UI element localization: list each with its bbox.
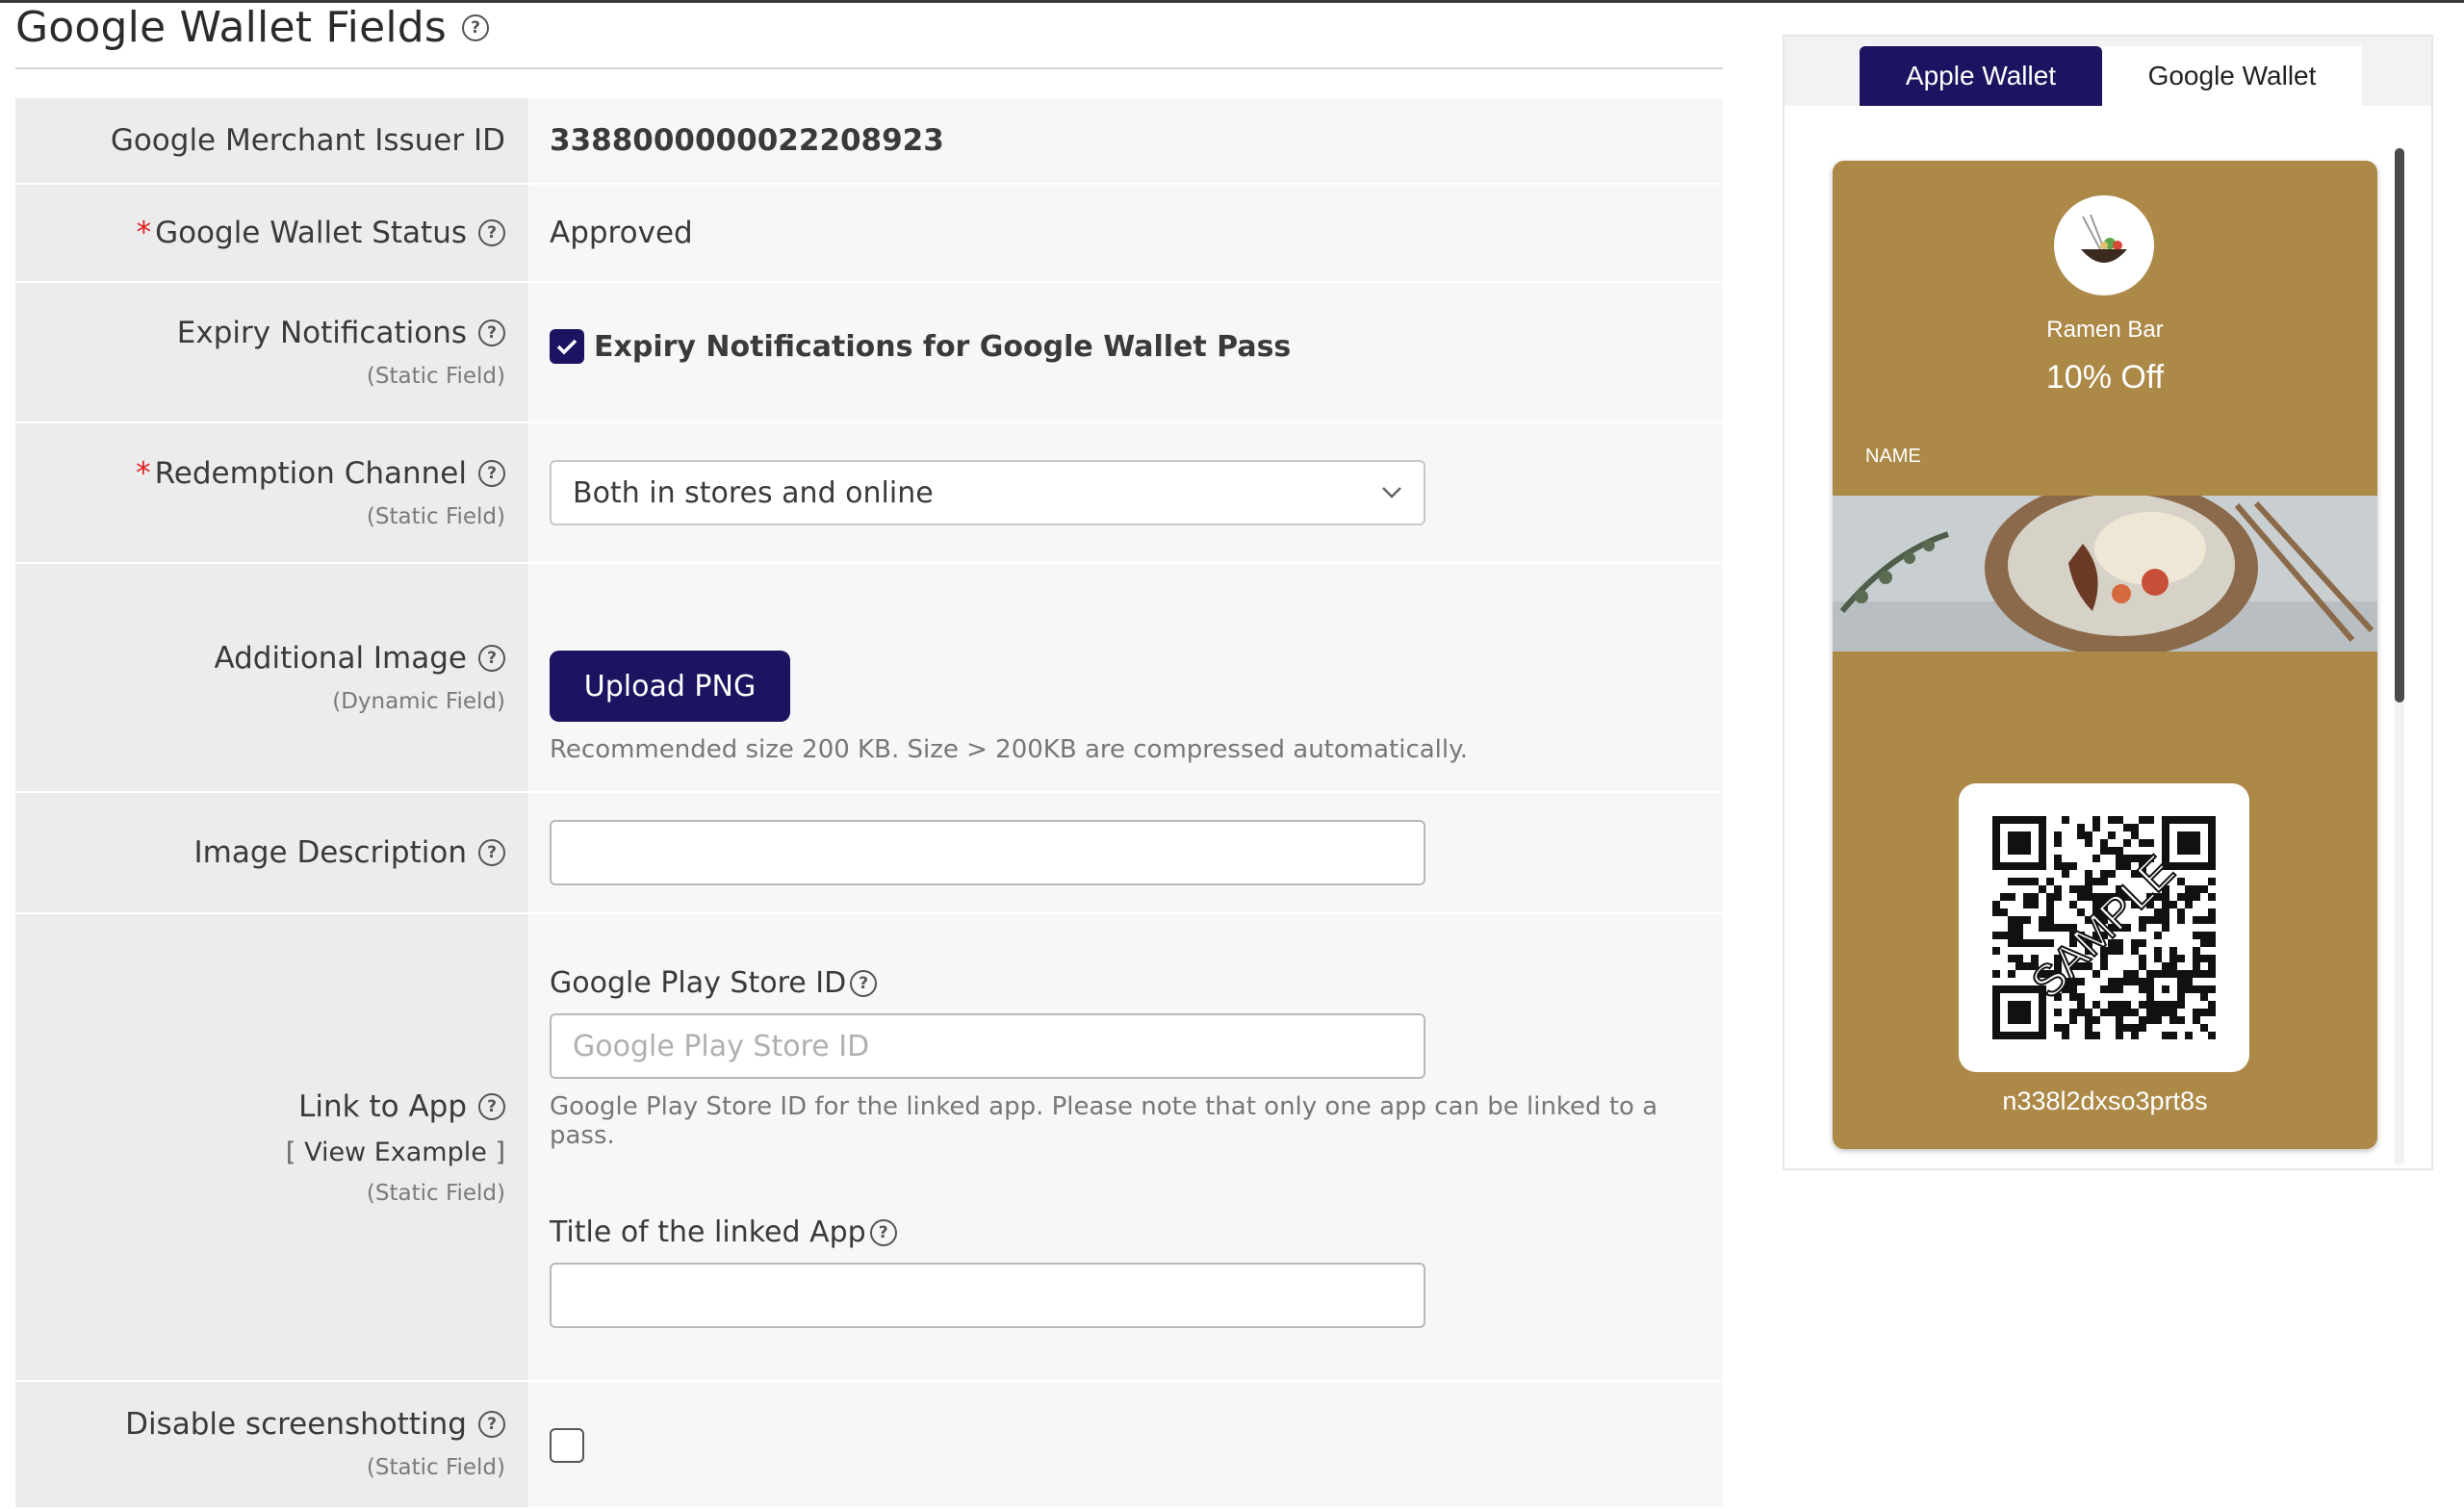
page-title: Google Wallet Fields [15,3,448,52]
page-header: Google Wallet Fields ? [15,0,490,56]
expiry-notifications-checkbox[interactable] [550,329,584,364]
value-cell [528,793,1723,912]
wallet-tabs: Apple Wallet Google Wallet [1784,37,2431,106]
row-merchant-issuer-id: Google Merchant Issuer ID 33880000000222… [15,98,1723,185]
tab-apple-wallet[interactable]: Apple Wallet [1860,46,2102,106]
value-cell: Approved [528,185,1723,281]
value-cell: 3388000000022208923 [528,98,1723,183]
row-link-to-app: Link to App ? [ View Example ] (Static F… [15,914,1723,1382]
additional-image-label: Additional Image [214,641,467,676]
view-example-wrapper: [ View Example ] [286,1138,505,1167]
help-icon[interactable]: ? [478,219,505,246]
play-store-id-label: Google Play Store ID [550,966,847,1000]
expiry-notifications-checkbox-label[interactable]: Expiry Notifications for Google Wallet P… [594,330,1291,364]
help-icon[interactable]: ? [850,969,878,997]
value-cell [528,1382,1723,1507]
scrollbar-thumb[interactable] [2395,148,2404,703]
label-cell: Additional Image ? (Dynamic Field) [15,564,528,791]
tab-google-wallet[interactable]: Google Wallet [2102,46,2362,106]
bracket-close: ] [495,1137,505,1167]
play-store-id-hint: Google Play Store ID for the linked app.… [550,1092,1658,1150]
redemption-channel-select[interactable]: Both in stores and online [550,460,1425,525]
value-cell: Both in stores and online [528,423,1723,562]
redemption-channel-label: Redemption Channel [154,456,467,491]
upload-hint: Recommended size 200 KB. Size > 200KB ar… [550,735,1469,764]
merchant-logo [2054,195,2154,295]
offer-text: 10% Off [2045,359,2165,396]
static-field-note: (Static Field) [366,1180,505,1206]
label-cell: * Redemption Channel ? (Static Field) [15,423,528,562]
help-icon[interactable]: ? [462,14,490,41]
value-cell: Google Play Store ID ? Google Play Store… [528,914,1723,1380]
label-cell: Image Description ? [15,793,528,912]
required-mark: * [136,216,152,250]
row-disable-screenshotting: Disable screenshotting ? (Static Field) [15,1382,1723,1509]
help-icon[interactable]: ? [478,645,505,672]
help-icon[interactable]: ? [478,1411,505,1438]
value-cell: Expiry Notifications for Google Wallet P… [528,283,1723,422]
label-cell: Disable screenshotting ? (Static Field) [15,1382,528,1507]
ramen-bowl-icon [2081,214,2127,263]
static-field-note: (Static Field) [366,504,505,529]
upload-png-button[interactable]: Upload PNG [550,651,790,722]
wallet-pass-card: Ramen Bar 10% Off NAME SAMPLE n338l2dxso… [1833,161,2377,1149]
expiry-notifications-label: Expiry Notifications [176,316,467,350]
help-icon[interactable]: ? [478,320,505,346]
checkmark-icon [556,339,578,355]
wallet-status-label: Google Wallet Status [155,216,467,250]
play-store-id-input[interactable] [550,1013,1425,1079]
disable-screenshotting-checkbox[interactable] [550,1428,584,1463]
app-title-input[interactable] [550,1263,1425,1328]
hero-food-image [1833,496,2377,652]
merchant-issuer-id-label: Google Merchant Issuer ID [110,123,505,158]
app-title-heading: Title of the linked App ? [550,1215,1723,1249]
divider [15,67,1723,69]
help-icon[interactable]: ? [478,839,505,866]
static-field-note: (Static Field) [366,364,505,389]
row-redemption-channel: * Redemption Channel ? (Static Field) Bot… [15,423,1723,564]
label-cell: Google Merchant Issuer ID [15,98,528,183]
row-expiry-notifications: Expiry Notifications ? (Static Field) Ex… [15,283,1723,423]
row-wallet-status: * Google Wallet Status ? Approved [15,185,1723,283]
static-field-note: (Static Field) [366,1455,505,1480]
wallet-status-value: Approved [550,216,693,250]
help-icon[interactable]: ? [869,1218,897,1246]
label-cell: Link to App ? [ View Example ] (Static F… [15,914,528,1380]
link-to-app-label: Link to App [298,1088,467,1124]
name-field-label: NAME [1865,446,1921,467]
image-description-label: Image Description [193,835,468,870]
row-additional-image: Additional Image ? (Dynamic Field) Uploa… [15,564,1723,793]
disable-screenshotting-label: Disable screenshotting [125,1407,467,1442]
redemption-channel-selected: Both in stores and online [573,475,934,510]
merchant-name: Ramen Bar [2046,317,2164,343]
app-title-label: Title of the linked App [550,1215,866,1249]
help-icon[interactable]: ? [478,1092,505,1120]
label-cell: * Google Wallet Status ? [15,185,528,281]
play-store-id-heading: Google Play Store ID ? [550,966,1723,1000]
required-mark: * [136,456,151,491]
barcode-value: n338l2dxso3prt8s [2002,1087,2208,1115]
value-cell: Upload PNG Recommended size 200 KB. Size… [528,564,1723,791]
barcode-container: SAMPLE [1959,783,2249,1072]
row-image-description: Image Description ? [15,793,1723,914]
wallet-fields-form: Google Merchant Issuer ID 33880000000222… [15,98,1723,1509]
qr-code: SAMPLE [1992,816,2216,1039]
label-cell: Expiry Notifications ? (Static Field) [15,283,528,422]
bracket-open: [ [285,1137,296,1167]
merchant-issuer-id-value: 3388000000022208923 [550,123,944,158]
chevron-down-icon [1382,487,1401,499]
image-description-input[interactable] [550,820,1425,885]
help-icon[interactable]: ? [478,460,505,487]
dynamic-field-note: (Dynamic Field) [332,689,505,714]
view-example-link[interactable]: View Example [304,1138,487,1167]
